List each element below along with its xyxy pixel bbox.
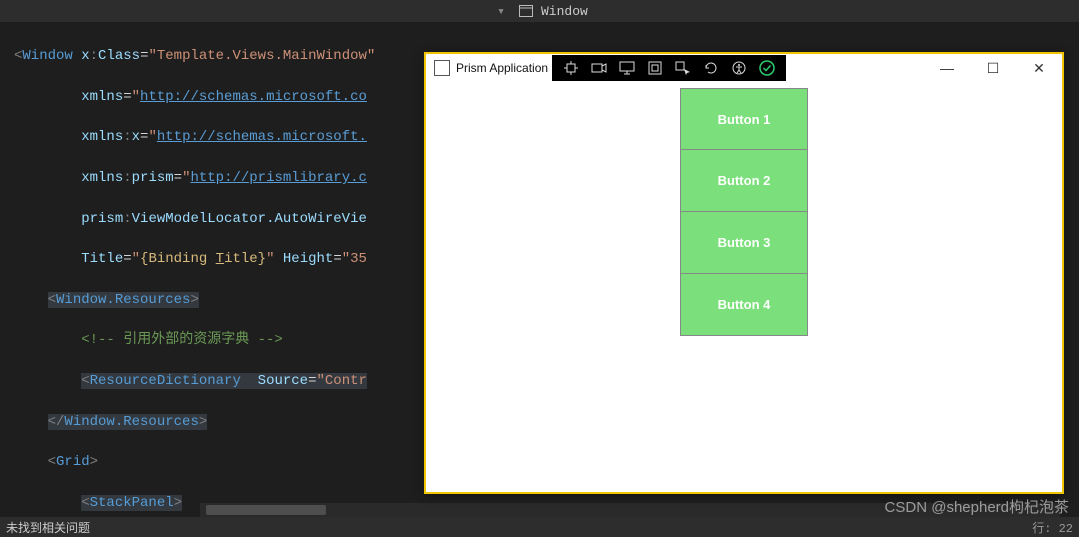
app-client-area: Button 1 Button 2 Button 3 Button 4	[426, 82, 1062, 492]
app-titlebar[interactable]: Prism Application — ☐ ✕	[426, 54, 1062, 82]
refresh-icon[interactable]	[702, 59, 720, 77]
demo-button-4[interactable]: Button 4	[680, 274, 808, 336]
button-stack: Button 1 Button 2 Button 3 Button 4	[680, 88, 808, 492]
layout-icon[interactable]	[646, 59, 664, 77]
breadcrumb-bar: ▾ Window	[0, 0, 1079, 22]
status-right: 行: 22	[1032, 519, 1073, 536]
app-icon	[434, 60, 450, 76]
demo-button-2[interactable]: Button 2	[680, 150, 808, 212]
window-controls: — ☐ ✕	[924, 54, 1062, 82]
app-title: Prism Application	[456, 61, 548, 75]
breadcrumb-current[interactable]: Window	[541, 4, 588, 19]
status-bar: 未找到相关问题 行: 22	[0, 517, 1079, 537]
window-icon	[519, 5, 533, 17]
status-left: 未找到相关问题	[6, 519, 90, 536]
accessibility-icon[interactable]	[730, 59, 748, 77]
horizontal-scrollbar[interactable]	[200, 503, 1060, 517]
camera-icon[interactable]	[590, 59, 608, 77]
minimize-button[interactable]: —	[924, 54, 970, 82]
close-button[interactable]: ✕	[1016, 54, 1062, 82]
select-element-icon[interactable]	[674, 59, 692, 77]
scrollbar-thumb[interactable]	[206, 505, 326, 515]
monitor-icon[interactable]	[618, 59, 636, 77]
check-icon[interactable]	[758, 59, 776, 77]
maximize-button[interactable]: ☐	[970, 54, 1016, 82]
demo-button-1[interactable]: Button 1	[680, 88, 808, 150]
demo-button-3[interactable]: Button 3	[680, 212, 808, 274]
debug-toolbar	[552, 55, 786, 81]
breadcrumb-sep[interactable]: ▾	[497, 4, 505, 19]
target-icon[interactable]	[562, 59, 580, 77]
app-window[interactable]: Prism Application — ☐ ✕ Button 1 Button …	[424, 52, 1064, 494]
